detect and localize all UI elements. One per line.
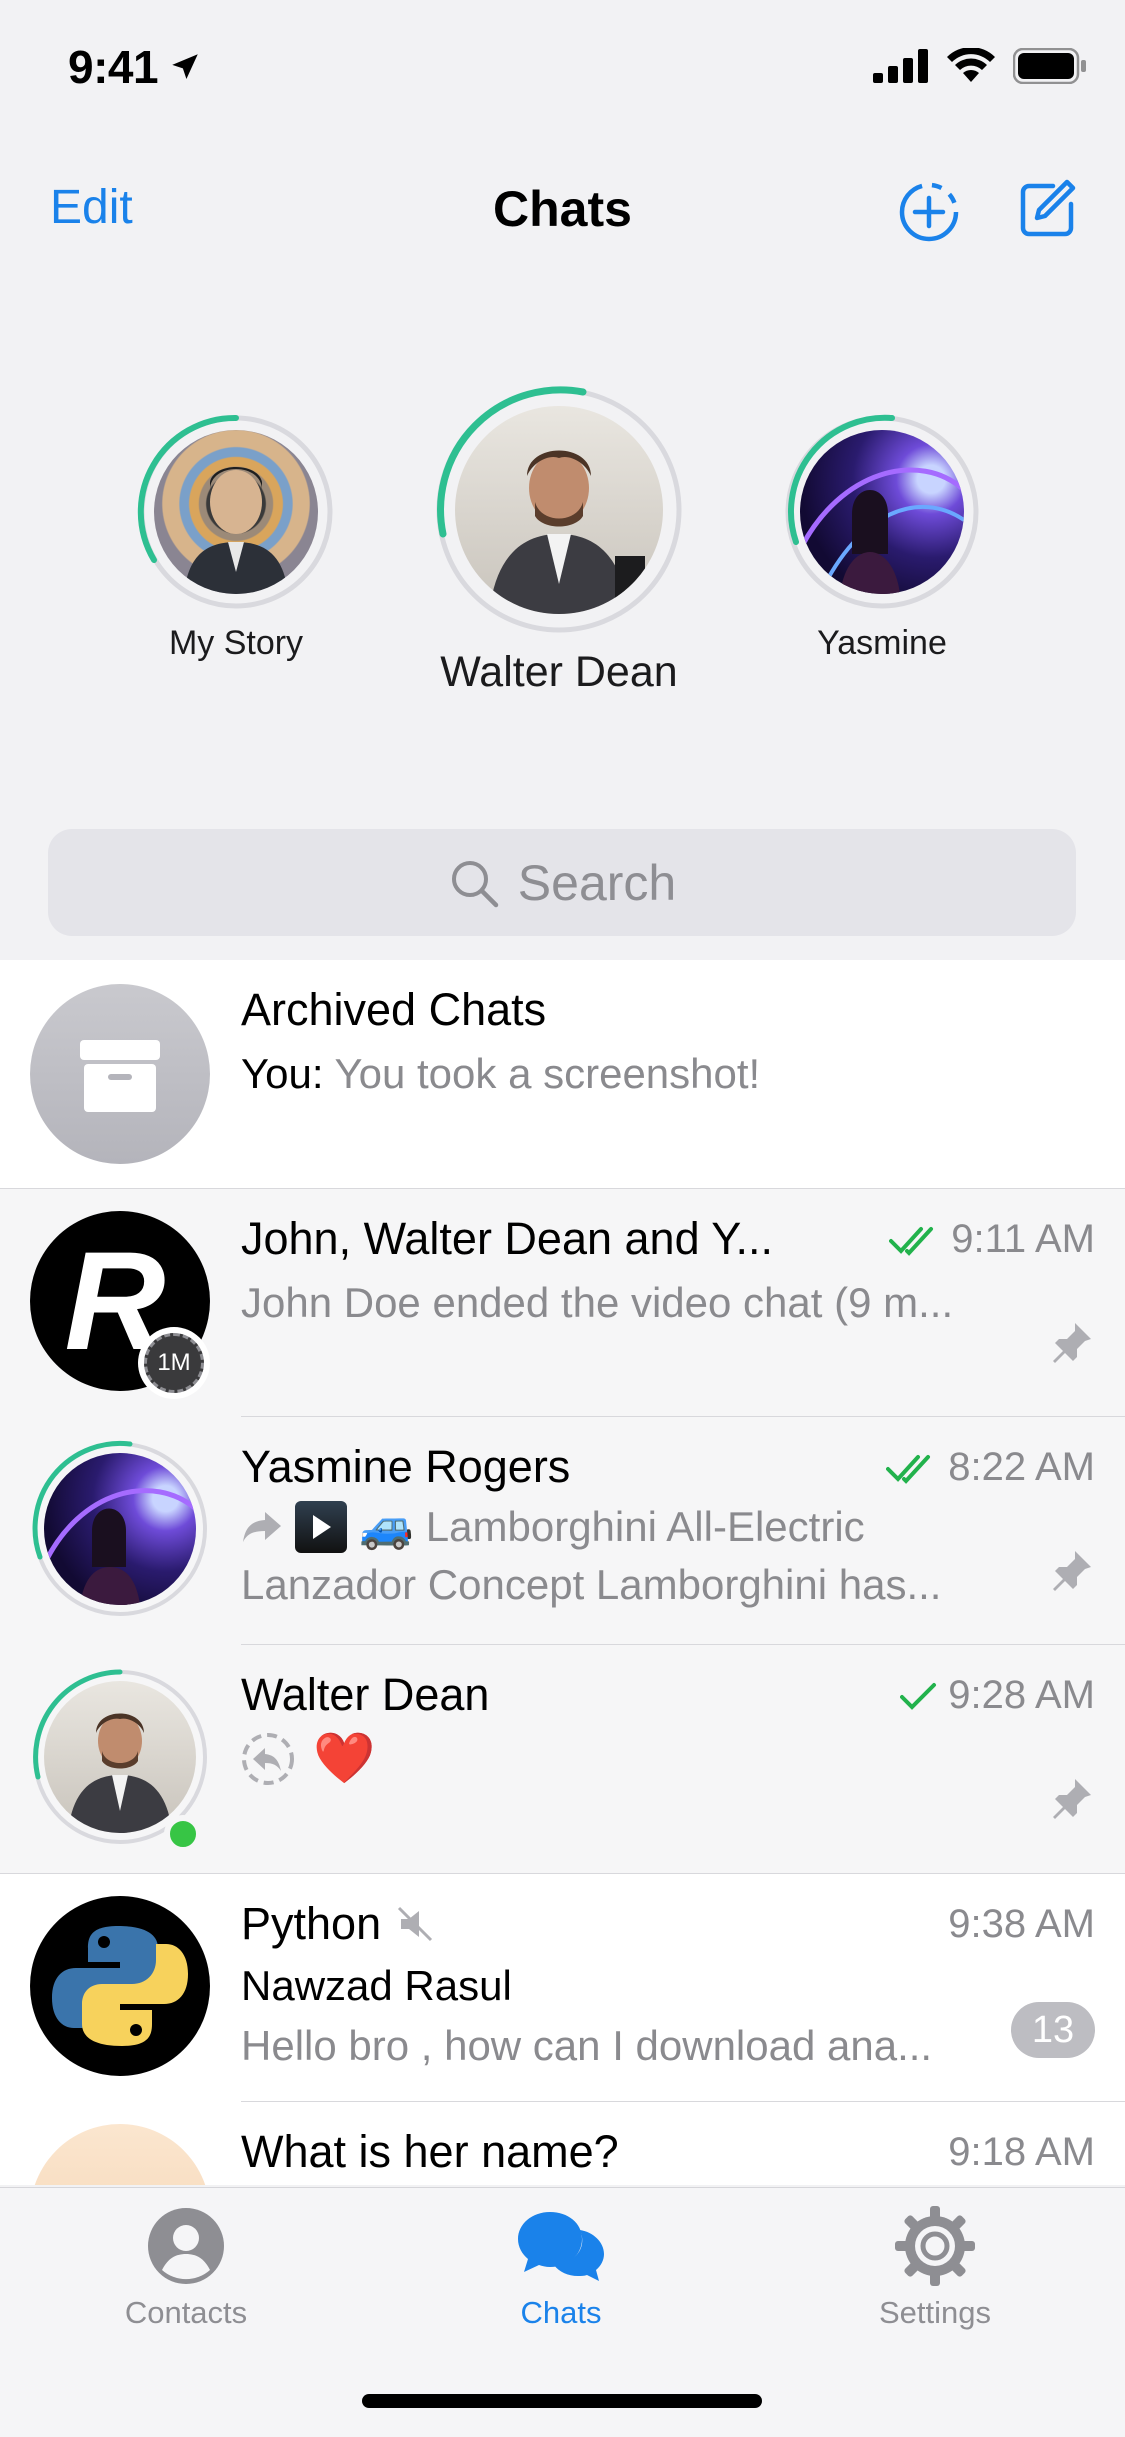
stories-bar: My Story Walter Dean Yasmine <box>0 380 1125 720</box>
new-story-button[interactable] <box>897 180 961 244</box>
gear-icon <box>895 2206 975 2286</box>
story-walter-dean[interactable]: Walter Dean <box>433 384 685 697</box>
chat-name: What is her name? <box>241 2126 619 2177</box>
story-label: My Story <box>168 624 304 662</box>
avatar <box>800 430 964 594</box>
tab-label: Contacts <box>124 2295 248 2330</box>
avatar <box>154 430 318 594</box>
chat-message-text: You took a screenshot! <box>334 1050 761 1097</box>
chat-row-python[interactable]: Python 9:38 AM Nawzad Rasul Hello bro , … <box>0 1874 1125 2102</box>
chat-message: Hello bro , how can I download ana... <box>241 2022 933 2069</box>
pin-icon <box>1053 1551 1091 1591</box>
chat-row-group[interactable]: R 1M John, Walter Dean and Y... 9:11 AM … <box>0 1189 1125 1417</box>
double-check-icon <box>886 1454 931 1484</box>
person-circle-icon <box>148 2208 224 2284</box>
search-input[interactable]: Search <box>48 829 1076 936</box>
online-indicator <box>164 1815 202 1853</box>
search-icon <box>451 860 499 907</box>
chat-row-archived[interactable]: Archived Chats You: You took a screensho… <box>0 960 1125 1188</box>
chat-row-yasmine-rogers[interactable]: Yasmine Rogers 8:22 AM 🚙 Lamborghini All… <box>0 1417 1125 1645</box>
chat-time: 8:22 AM <box>886 1445 1095 1490</box>
story-label: Walter Dean <box>440 648 678 696</box>
avatar <box>30 1896 210 2076</box>
chat-message-prefix: You: <box>241 1050 324 1097</box>
chat-sender: Nawzad Rasul <box>241 1962 512 2009</box>
chat-name: John, Walter Dean and Y... <box>241 1213 774 1264</box>
story-yasmine[interactable]: Yasmine <box>782 412 982 663</box>
tab-chats[interactable]: Chats <box>461 2206 661 2331</box>
chat-list: Archived Chats You: You took a screensho… <box>0 960 1125 2185</box>
status-time: 9:41 <box>68 40 202 94</box>
chat-row-walter-dean[interactable]: Walter Dean 9:28 AM ❤️ <box>0 1645 1125 1873</box>
tab-label: Settings <box>878 2295 991 2330</box>
pin-icon <box>1053 1323 1091 1363</box>
chat-time: 9:28 AM <box>900 1673 1095 1718</box>
chat-message: You: You took a screenshot! <box>241 1050 1091 1098</box>
home-indicator <box>362 2394 762 2408</box>
story-my-story[interactable]: My Story <box>136 412 336 663</box>
cellular-signal-icon <box>873 49 928 83</box>
avatar <box>455 406 663 614</box>
avatar <box>30 2124 210 2185</box>
chat-message: ❤️ <box>241 1729 1021 1788</box>
chat-name: Yasmine Rogers <box>241 1441 571 1492</box>
chat-message: John Doe ended the video chat (9 m... <box>241 1279 954 1326</box>
story-label: Yasmine <box>817 624 947 662</box>
timer-text: 1M <box>157 1349 191 1376</box>
tab-label: Chats <box>520 2295 602 2330</box>
chat-name: Walter Dean <box>241 1669 490 1720</box>
chat-name: Python <box>241 1898 435 1950</box>
archive-box-icon <box>80 1040 160 1112</box>
status-bar: 9:41 <box>0 0 1125 140</box>
search-placeholder: Search <box>517 854 677 911</box>
location-arrow-icon <box>172 54 198 80</box>
chat-time: 9:18 AM <box>948 2130 1095 2174</box>
chat-message: 🚙 Lamborghini All-Electric <box>241 1501 1021 1553</box>
double-check-icon <box>889 1226 934 1256</box>
timer-badge: 1M <box>138 1327 210 1399</box>
chat-bubbles-icon <box>518 2212 604 2281</box>
status-indicators <box>873 48 1087 84</box>
chat-row-what-is-her-name[interactable]: What is her name? 9:18 AM <box>0 2102 1125 2185</box>
video-thumbnail-icon <box>295 1501 347 1553</box>
reply-icon <box>242 1732 294 1785</box>
chat-time: 9:11 AM <box>889 1217 1095 1262</box>
archive-avatar <box>30 984 210 1164</box>
avatar <box>30 1439 210 1619</box>
forward-icon <box>243 1512 281 1542</box>
chat-name: Archived Chats <box>241 984 547 1035</box>
wifi-icon <box>947 48 995 82</box>
pin-icon <box>1053 1779 1091 1819</box>
unread-badge: 13 <box>1011 2002 1095 2058</box>
tab-settings[interactable]: Settings <box>835 2206 1035 2331</box>
tab-contacts[interactable]: Contacts <box>86 2206 286 2331</box>
chat-time: 9:38 AM <box>948 1902 1095 1946</box>
navigation-bar: Edit Chats <box>0 170 1125 250</box>
python-logo-icon <box>52 1926 188 2046</box>
chat-message-line2: Lanzador Concept Lamborghini has... <box>241 1561 942 1608</box>
car-emoji-icon: 🚙 <box>359 1502 414 1551</box>
check-icon <box>900 1682 937 1710</box>
compose-button[interactable] <box>1015 178 1079 242</box>
battery-icon <box>1013 48 1086 84</box>
muted-icon <box>398 1906 433 1942</box>
